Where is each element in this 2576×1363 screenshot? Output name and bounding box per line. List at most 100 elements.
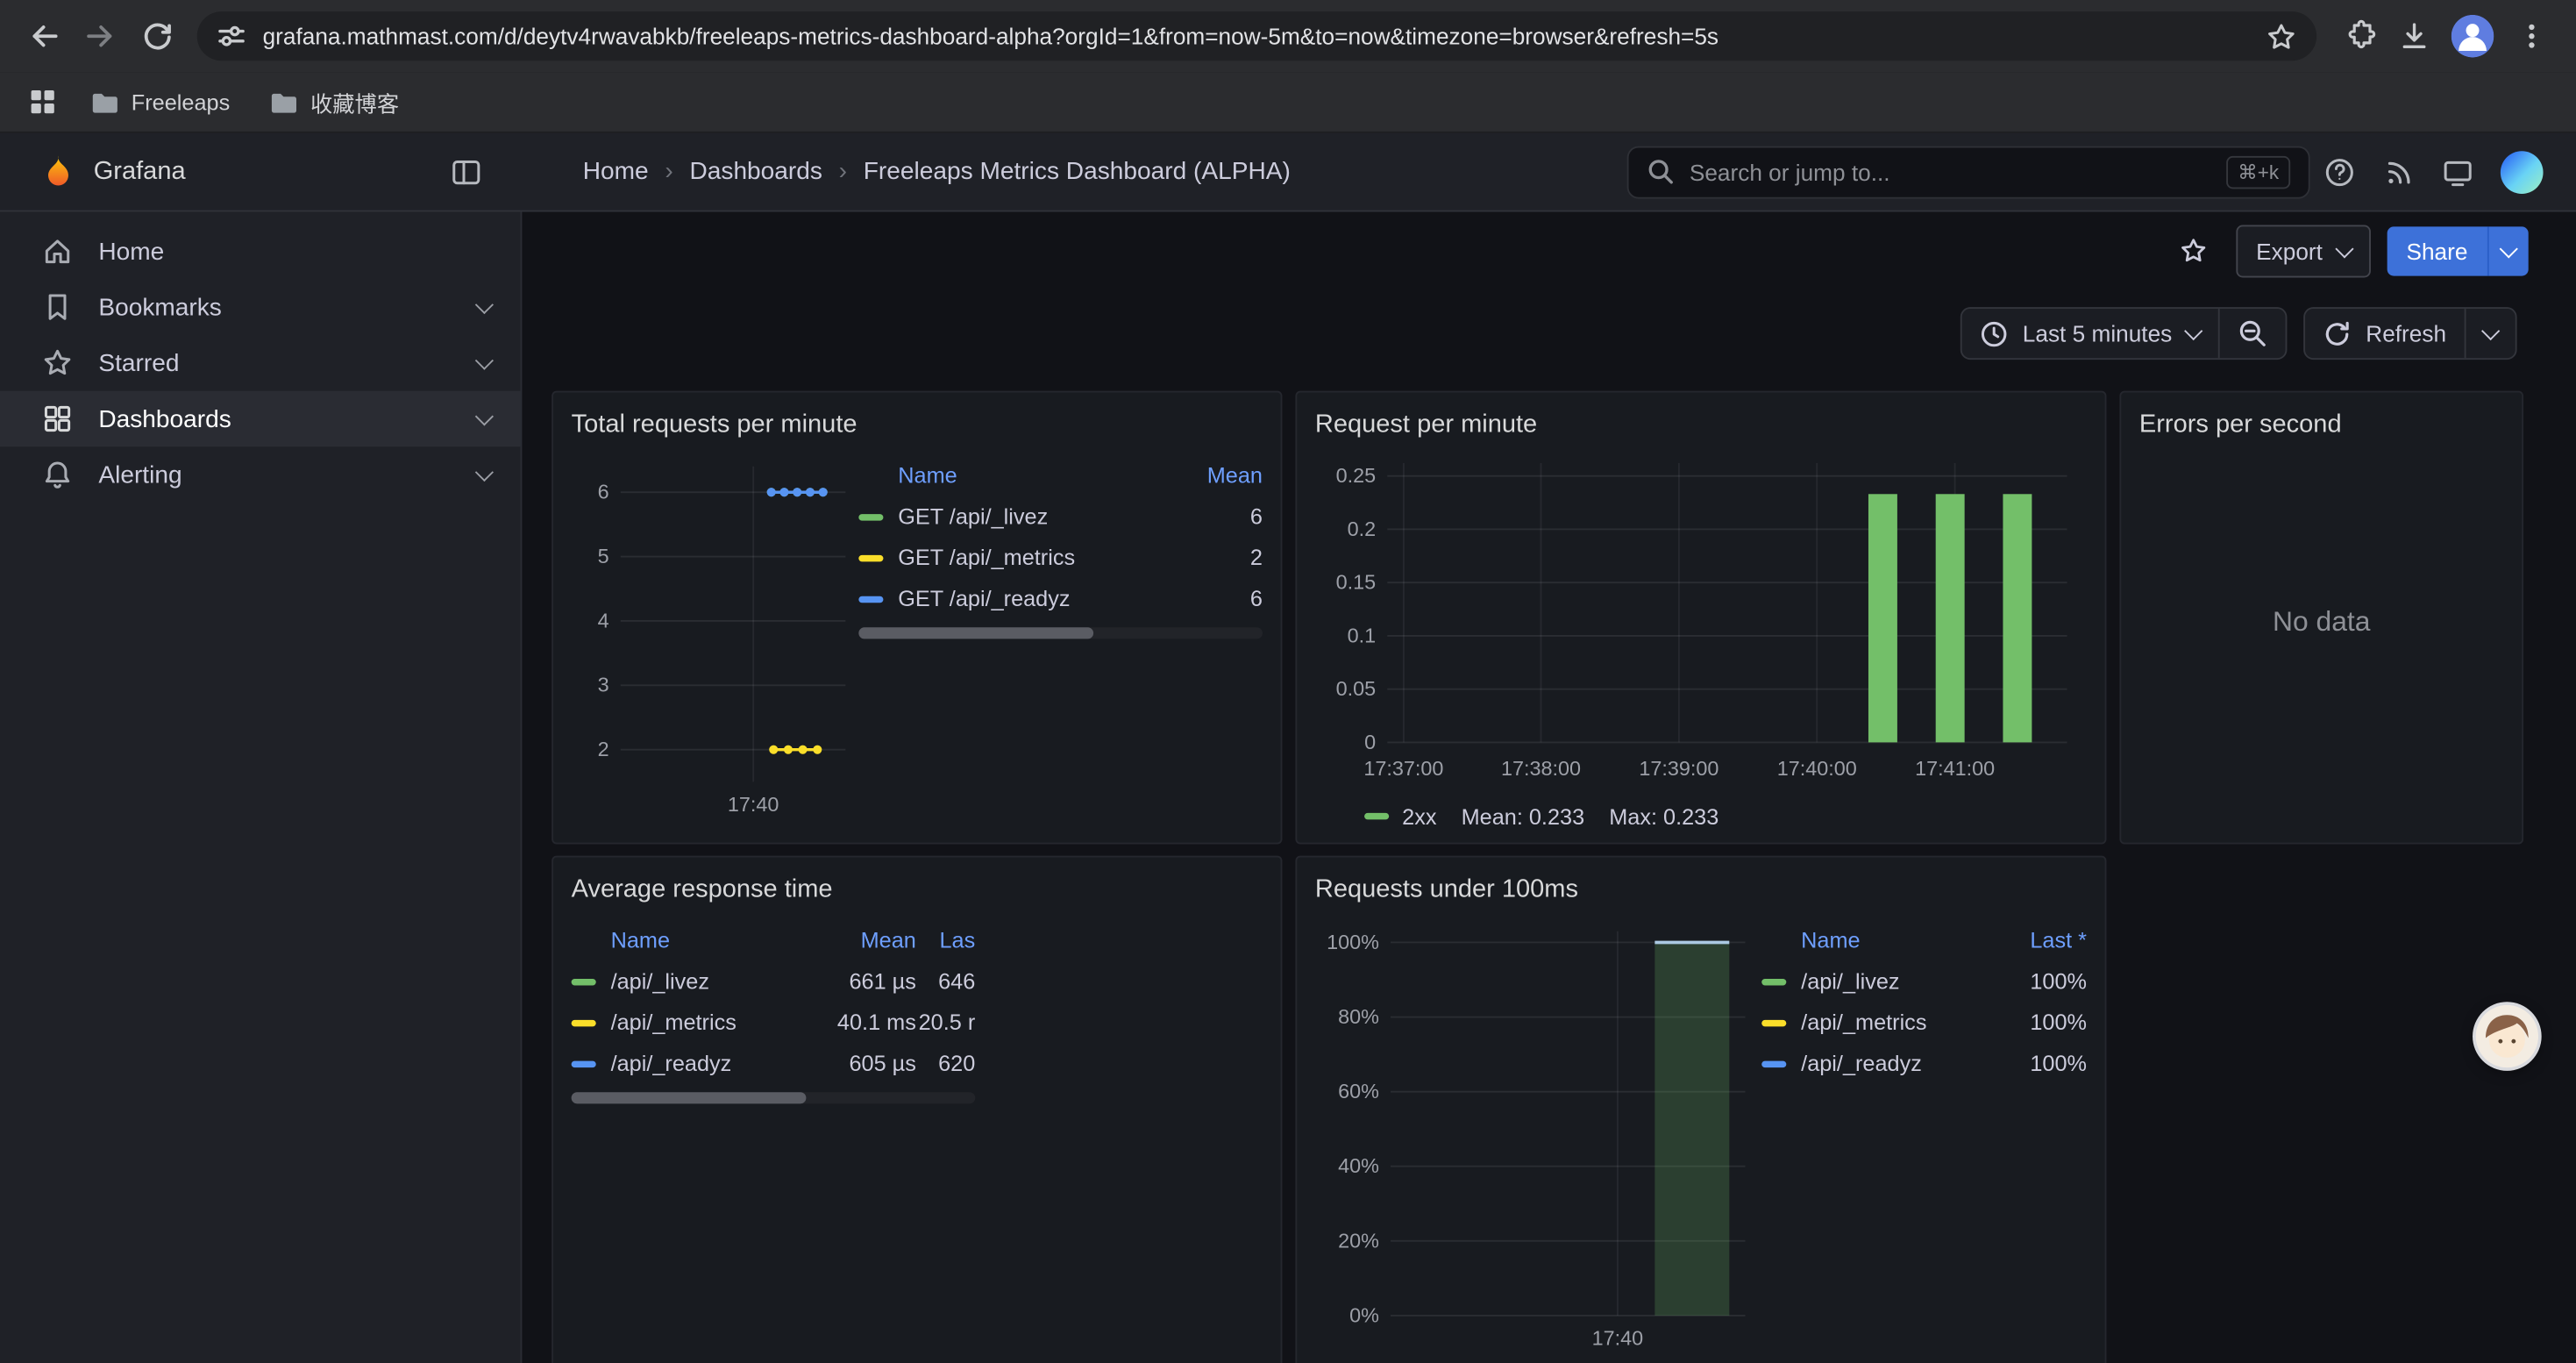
legend-scrollbar[interactable]	[572, 1092, 976, 1103]
series-name[interactable]: GET /api/_livez	[898, 504, 1174, 529]
panel-title[interactable]: Total requests per minute	[572, 404, 1263, 447]
series-name[interactable]: GET /api/_metrics	[898, 546, 1174, 570]
panel-title[interactable]: Request per minute	[1315, 404, 2087, 447]
breadcrumb-dashboards[interactable]: Dashboards	[689, 158, 822, 186]
display-button[interactable]	[2428, 142, 2487, 201]
search-placeholder: Search or jump to...	[1690, 159, 2211, 185]
legend-col-last[interactable]: Last *	[2002, 927, 2087, 952]
bookmark-folder-blogs[interactable]: 收藏博客	[254, 79, 414, 125]
site-settings-icon[interactable]	[217, 21, 246, 51]
share-button[interactable]: Share	[2387, 226, 2529, 275]
favorite-dashboard-button[interactable]	[2167, 226, 2220, 275]
legend-row[interactable]: /api/_readyz 605 µs 620	[572, 1043, 976, 1084]
time-range-picker[interactable]: Last 5 minutes	[1961, 309, 2217, 358]
share-menu-button[interactable]	[2487, 226, 2529, 275]
chevron-down-icon[interactable]	[475, 352, 494, 370]
legend-row[interactable]: /api/_readyz 100%	[1761, 1043, 2087, 1084]
sidebar-item-bookmarks[interactable]: Bookmarks	[0, 279, 521, 335]
dashboard-canvas: Export Share Last 5 minutes	[522, 212, 2576, 1363]
legend-row[interactable]: /api/_metrics 40.1 ms 20.5 r	[572, 1002, 976, 1043]
bookmark-star-icon[interactable]	[2266, 20, 2297, 52]
chevron-down-icon[interactable]	[475, 296, 494, 314]
series-color-dash	[858, 513, 883, 519]
legend-col-last[interactable]: Las	[916, 927, 975, 952]
legend-header: Name Last *	[1761, 918, 2087, 961]
user-avatar[interactable]	[2501, 150, 2544, 193]
series-color-dash	[1364, 813, 1389, 819]
browser-menu-button[interactable]	[2504, 8, 2560, 64]
search-input[interactable]: Search or jump to... ⌘+k	[1627, 146, 2310, 198]
legend-row[interactable]: GET /api/_livez 6	[858, 496, 1263, 538]
scrollbar-thumb[interactable]	[858, 627, 1092, 639]
legend-col-name[interactable]: Name	[1761, 927, 2001, 952]
svg-text:17:41:00: 17:41:00	[1915, 757, 1995, 780]
legend-col-mean[interactable]: Mean	[818, 927, 916, 952]
panel-title[interactable]: Errors per second	[2139, 404, 2504, 447]
series-name[interactable]: /api/_metrics	[611, 1010, 818, 1035]
sidebar-item-starred[interactable]: Starred	[0, 335, 521, 391]
series-name[interactable]: /api/_metrics	[1801, 1010, 2001, 1035]
legend-row[interactable]: /api/_livez 661 µs 646	[572, 960, 976, 1002]
downloads-button[interactable]	[2386, 8, 2442, 64]
panel-title[interactable]: Requests under 100ms	[1315, 869, 2087, 912]
back-button[interactable]	[17, 8, 73, 64]
svg-text:17:37:00: 17:37:00	[1363, 757, 1443, 780]
screen: grafana.mathmast.com/d/deytv4rwavabkb/fr…	[0, 0, 2576, 1363]
bookmark-label: 收藏博客	[310, 85, 399, 118]
export-button[interactable]: Export	[2237, 225, 2371, 278]
sidebar-toggle-button[interactable]	[437, 142, 495, 201]
svg-text:17:39:00: 17:39:00	[1639, 757, 1719, 780]
chevron-down-icon[interactable]	[475, 407, 494, 425]
bookmark-folder-freeleaps[interactable]: Freeleaps	[75, 83, 245, 121]
legend-col-name[interactable]: Name	[858, 462, 1174, 487]
avatar-image	[2476, 1005, 2538, 1067]
refresh-interval-button[interactable]	[2466, 309, 2516, 358]
grafana-header: Grafana Home › Dashboards › Freeleaps Me…	[0, 133, 2576, 212]
legend-row[interactable]: GET /api/_metrics 2	[858, 537, 1263, 578]
series-name[interactable]: /api/_readyz	[611, 1051, 818, 1075]
help-button[interactable]	[2310, 142, 2369, 201]
total-requests-chart[interactable]: 6543217:40	[572, 450, 859, 824]
legend-col-mean[interactable]: Mean	[1174, 462, 1263, 487]
apps-grid-button[interactable]	[19, 79, 65, 125]
sidebar-item-dashboards[interactable]: Dashboards	[0, 391, 521, 447]
series-last: 100%	[2002, 1051, 2087, 1075]
panel-title[interactable]: Average response time	[572, 869, 1263, 912]
browser-profile-avatar[interactable]	[2451, 15, 2494, 58]
series-name[interactable]: /api/_readyz	[1801, 1051, 2001, 1075]
legend-line[interactable]: 2xx Mean: 0.233 Max: 0.233	[1315, 796, 2087, 836]
series-name[interactable]: GET /api/_readyz	[898, 586, 1174, 610]
assistant-avatar[interactable]	[2476, 1005, 2538, 1067]
series-color-dash	[1761, 978, 1786, 984]
reload-button[interactable]	[128, 8, 184, 64]
share-label[interactable]: Share	[2387, 226, 2487, 275]
requests-under-100ms-chart[interactable]: 100%80%60%40%20%0%17:40	[1315, 915, 1761, 1359]
legend-col-name[interactable]: Name	[572, 927, 818, 952]
grafana-logo[interactable]	[39, 153, 77, 190]
series-last: 20.5 r	[916, 1010, 975, 1035]
legend-row[interactable]: GET /api/_readyz 6	[858, 578, 1263, 619]
svg-text:0.25: 0.25	[1336, 464, 1377, 487]
url-text[interactable]: grafana.mathmast.com/d/deytv4rwavabkb/fr…	[263, 23, 2250, 49]
legend-scrollbar[interactable]	[858, 627, 1263, 639]
url-bar[interactable]: grafana.mathmast.com/d/deytv4rwavabkb/fr…	[197, 11, 2316, 61]
legend-row[interactable]: /api/_livez 100%	[1761, 960, 2087, 1002]
avg-response-time-chart[interactable]: Name Mean Las /api/_livez 661 µs 646	[572, 915, 859, 1359]
news-button[interactable]	[2369, 142, 2428, 201]
sidebar-item-home[interactable]: Home	[0, 224, 521, 280]
extensions-button[interactable]	[2330, 8, 2386, 64]
svg-text:5: 5	[598, 545, 609, 567]
scrollbar-thumb[interactable]	[572, 1092, 806, 1103]
breadcrumb-home[interactable]: Home	[583, 158, 649, 186]
series-name[interactable]: /api/_livez	[611, 969, 818, 994]
series-mean: 2	[1174, 546, 1263, 570]
series-name[interactable]: /api/_livez	[1801, 969, 2001, 994]
refresh-button[interactable]: Refresh	[2305, 309, 2465, 358]
forward-button[interactable]	[72, 8, 128, 64]
legend-row[interactable]: /api/_metrics 100%	[1761, 1002, 2087, 1043]
series-name[interactable]: 2xx	[1402, 804, 1436, 829]
request-per-minute-chart[interactable]: 0.250.20.150.10.05017:37:0017:38:0017:39…	[1315, 450, 2087, 789]
chevron-down-icon[interactable]	[475, 463, 494, 482]
sidebar-item-alerting[interactable]: Alerting	[0, 446, 521, 503]
zoom-out-button[interactable]	[2220, 309, 2286, 358]
